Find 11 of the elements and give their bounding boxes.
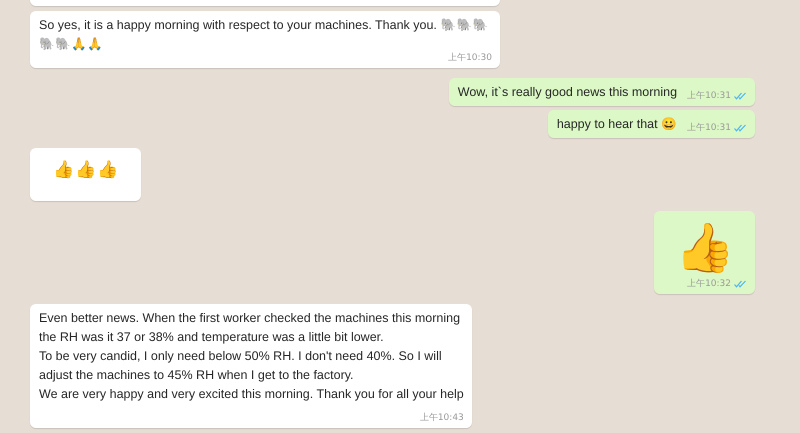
emoji-text: 👍👍👍 [52, 159, 120, 182]
message-time: 上午10:43 [420, 412, 464, 424]
message-text: Wow, it`s really good news this morning [458, 84, 678, 101]
message-time: 上午10:31 [687, 122, 731, 134]
message-time: 上午10:32 [687, 278, 731, 290]
message-time: 上午10:30 [448, 52, 492, 64]
message-text: So yes, it is a happy morning with respect to your machines. Thank you. 🐘🐘🐘🐘🐘🙏🙏 [39, 18, 488, 51]
emoji-text: 👍 [674, 219, 736, 278]
message-text: happy to hear that 😀 [556, 116, 678, 133]
message-time: 上午10:31 [687, 90, 731, 102]
message-text: Even better news. When the first worker checked the machines this morning the RH was it 37 or 38% and temperature was a little bit lower. To be very candid, I only need below 50% RH. I don't need 40%. So I will adjust the machines to 45% RH when I get to the factory. We are very happy and very excited this morning. Thank you for all your help [39, 311, 464, 401]
